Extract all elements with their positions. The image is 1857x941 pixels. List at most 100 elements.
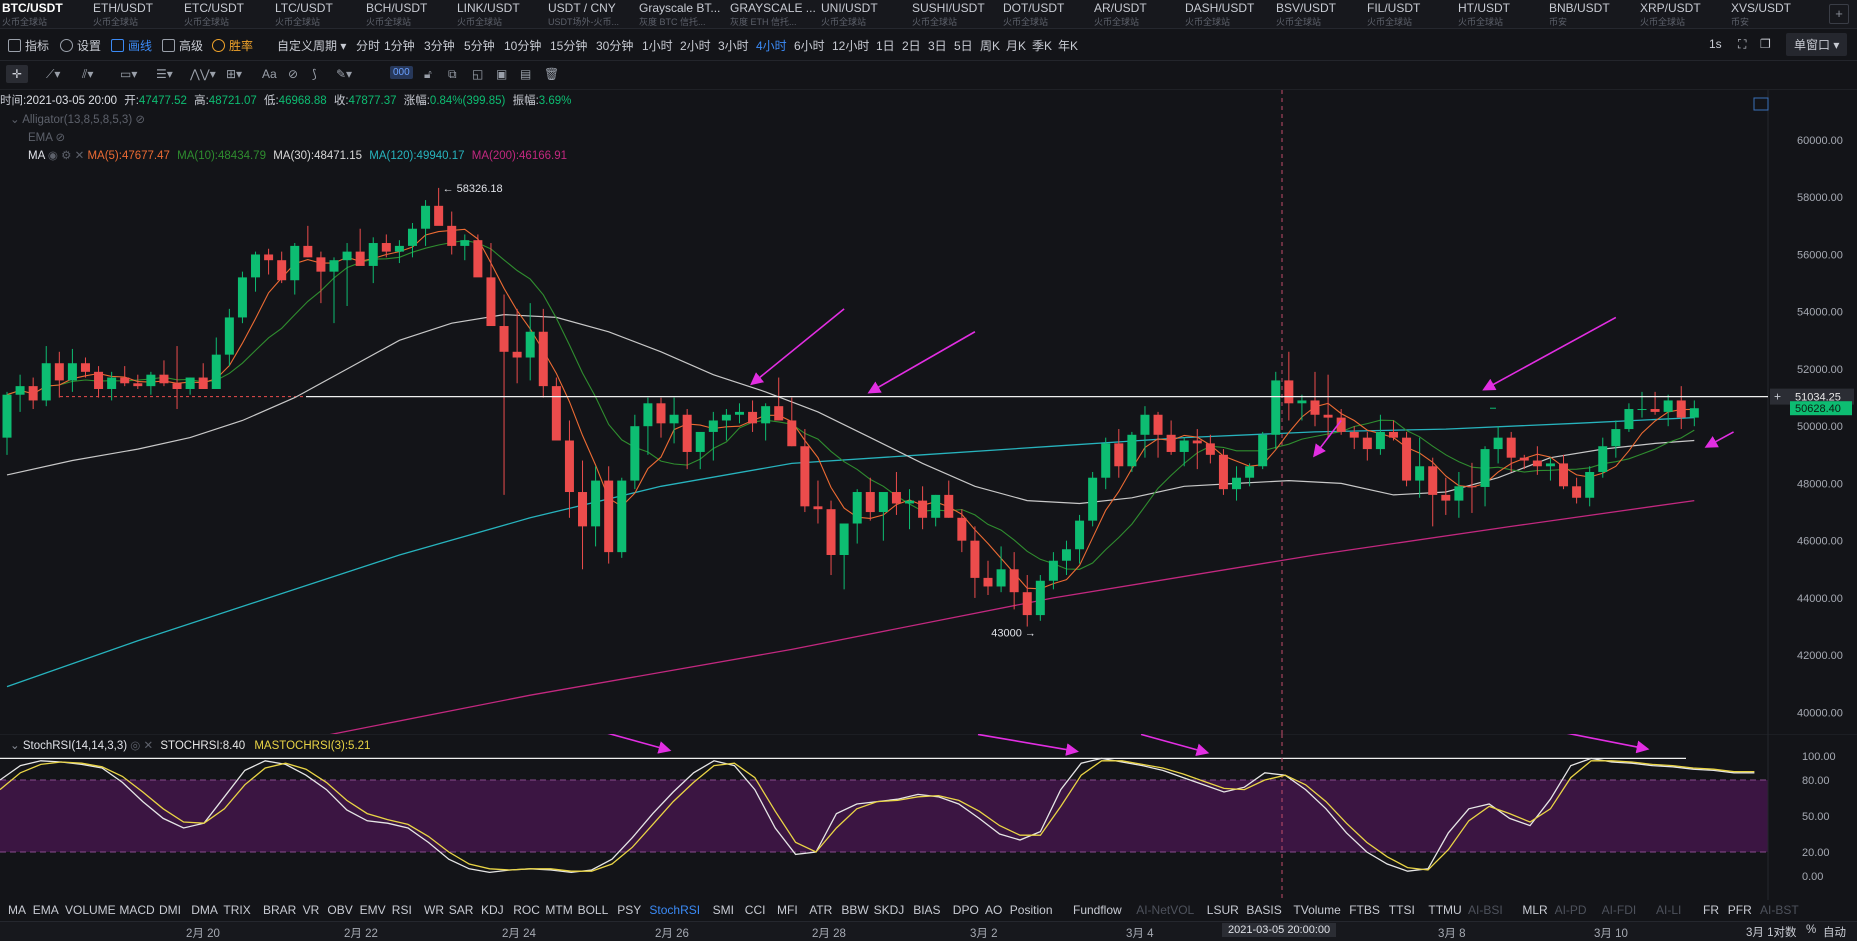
indicator-position[interactable]: Position <box>1010 903 1053 917</box>
indicator-ao[interactable]: AO <box>985 903 1002 917</box>
indicator-ai-bsi[interactable]: AI-BSI <box>1468 903 1503 917</box>
period-12小时[interactable]: 12小时 <box>832 37 869 54</box>
indicator-skdj[interactable]: SKDJ <box>874 903 905 917</box>
close-icon[interactable]: ✕ <box>75 150 85 162</box>
percent-scale-toggle[interactable]: % <box>1806 924 1816 936</box>
period-分时[interactable]: 分时 <box>356 37 380 54</box>
indicator-brar[interactable]: BRAR <box>263 903 296 917</box>
indicator-trix[interactable]: TRIX <box>223 903 250 917</box>
symbol-tab[interactable]: SUSHI/USDT 火币全球站 <box>910 0 1000 28</box>
period-月K[interactable]: 月K <box>1006 37 1026 54</box>
indicator-mfi[interactable]: MFI <box>777 903 798 917</box>
period-年K[interactable]: 年K <box>1058 37 1078 54</box>
indicator-bbw[interactable]: BBW <box>841 903 868 917</box>
period-周K[interactable]: 周K <box>980 37 1000 54</box>
candlestick-chart[interactable]: 60000.00 58000.00 56000.00 54000.00 52000.00… <box>0 90 1857 734</box>
indicator-atr[interactable]: ATR <box>809 903 832 917</box>
symbol-tab[interactable]: BTC/USDT 火币全球站 <box>0 0 90 28</box>
symbol-tab[interactable]: GRAYSCALE ... 灰度 ETH 信托... <box>728 0 818 28</box>
symbol-tab[interactable]: BCH/USDT 火币全球站 <box>364 0 454 28</box>
indicator-ftbs[interactable]: FTBS <box>1349 903 1380 917</box>
hidden-eye-icon[interactable]: ⊘ <box>135 114 145 126</box>
hidden-eye-icon[interactable]: ⊘ <box>56 132 66 144</box>
ma-legend[interactable]: MA ◉ ⚙ ✕ MA(5):47677.47 MA(10):48434.79 … <box>10 148 567 166</box>
indicator-cci[interactable]: CCI <box>745 903 766 917</box>
indicator-ai-netvol[interactable]: AI-NetVOL <box>1136 903 1194 917</box>
indicator-sar[interactable]: SAR <box>449 903 474 917</box>
indicator-mtm[interactable]: MTM <box>545 903 572 917</box>
delete-icon[interactable]: 🗑︎ <box>544 67 559 81</box>
auto-scale-toggle[interactable]: 自动 <box>1823 924 1846 940</box>
eye-icon[interactable]: ◱ <box>472 67 483 81</box>
period-5日[interactable]: 5日 <box>954 37 973 54</box>
period-1小时[interactable]: 1小时 <box>642 37 673 54</box>
indicator-basis[interactable]: BASIS <box>1246 903 1281 917</box>
symbol-tab[interactable]: XRP/USDT 火币全球站 <box>1638 0 1728 28</box>
stochrsi-subchart[interactable]: 100.00 80.00 50.00 20.00 0.00 <box>0 734 1857 900</box>
indicator-button[interactable]: 指标 <box>8 37 49 54</box>
indicator-smi[interactable]: SMI <box>713 903 734 917</box>
symbol-tab[interactable]: DASH/USDT 火币全球站 <box>1183 0 1273 28</box>
lock-icon[interactable]: 🔓︎ <box>424 67 432 82</box>
indicator-ai-fdi[interactable]: AI-FDI <box>1602 903 1637 917</box>
indicator-fr[interactable]: FR <box>1703 903 1719 917</box>
symbol-tab[interactable]: XVS/USDT 币安 <box>1729 0 1819 28</box>
indicator-macd[interactable]: MACD <box>119 903 154 917</box>
symbol-tab[interactable]: UNI/USDT 火币全球站 <box>819 0 909 28</box>
period-2小时[interactable]: 2小时 <box>680 37 711 54</box>
magnet-mode-badge[interactable]: 000 <box>390 66 413 79</box>
log-scale-toggle[interactable]: 3月 1对数 <box>1746 924 1797 940</box>
alligator-legend[interactable]: ⌄ Alligator(13,8,5,8,5,3) ⊘ <box>10 112 567 130</box>
indicator-volume[interactable]: VOLUME <box>65 903 116 917</box>
settings-button[interactable]: 设置 <box>60 37 101 54</box>
symbol-tab[interactable]: LINK/USDT 火币全球站 <box>455 0 545 28</box>
indicator-emv[interactable]: EMV <box>360 903 386 917</box>
wave-icon[interactable]: ⋀⋁▾ <box>190 67 216 81</box>
period-1分钟[interactable]: 1分钟 <box>384 37 415 54</box>
add-tab-icon[interactable]: + <box>1829 4 1849 24</box>
indicator-ttsi[interactable]: TTSI <box>1389 903 1415 917</box>
indicator-rsi[interactable]: RSI <box>392 903 412 917</box>
indicator-stochrsi[interactable]: StochRSI <box>649 903 700 917</box>
period-3小时[interactable]: 3小时 <box>718 37 749 54</box>
popout-icon[interactable]: ❐ <box>1760 37 1771 51</box>
indicator-roc[interactable]: ROC <box>513 903 540 917</box>
winrate-button[interactable]: 胜率 <box>212 37 253 54</box>
settings-icon[interactable]: ◎ <box>130 740 140 752</box>
pattern-icon[interactable]: ⊞▾ <box>226 67 242 81</box>
symbol-tab[interactable]: Grayscale BT... 灰度 BTC 信托... <box>637 0 727 28</box>
clone-icon[interactable]: ⧉ <box>448 67 457 82</box>
symbol-tab[interactable]: BSV/USDT 火币全球站 <box>1274 0 1364 28</box>
symbol-tab[interactable]: BNB/USDT 币安 <box>1547 0 1637 28</box>
period-3分钟[interactable]: 3分钟 <box>424 37 455 54</box>
ema-legend[interactable]: EMA ⊘ <box>10 130 567 148</box>
eye-icon[interactable]: ◉ <box>48 150 58 162</box>
text-icon[interactable]: Aa <box>262 67 277 81</box>
indicator-psy[interactable]: PSY <box>617 903 641 917</box>
period-30分钟[interactable]: 30分钟 <box>596 37 633 54</box>
indicator-lsur[interactable]: LSUR <box>1207 903 1239 917</box>
symbol-tab[interactable]: LTC/USDT 火币全球站 <box>273 0 363 28</box>
period-4小时[interactable]: 4小时 <box>756 37 787 54</box>
indicator-wr[interactable]: WR <box>424 903 444 917</box>
window-select[interactable]: 单窗口 ▾ <box>1786 33 1848 56</box>
indicator-kdj[interactable]: KDJ <box>481 903 504 917</box>
period-6小时[interactable]: 6小时 <box>794 37 825 54</box>
channel-icon[interactable]: ⊘ <box>288 67 298 81</box>
indicator-pfr[interactable]: PFR <box>1728 903 1752 917</box>
symbol-tab[interactable]: DOT/USDT 火币全球站 <box>1001 0 1091 28</box>
symbol-tab[interactable]: HT/USDT 火币全球站 <box>1456 0 1546 28</box>
screenshot-icon[interactable]: ▣ <box>496 67 507 81</box>
draw-line-button[interactable]: 画线 <box>111 37 152 54</box>
advanced-button[interactable]: 高级 <box>162 37 203 54</box>
ruler-icon[interactable]: ▤ <box>520 67 531 81</box>
symbol-tab[interactable]: AR/USDT 火币全球站 <box>1092 0 1182 28</box>
period-10分钟[interactable]: 10分钟 <box>504 37 541 54</box>
pencil-icon[interactable]: ✎▾ <box>336 67 352 81</box>
fullscreen-icon[interactable]: ⛶ <box>1738 37 1746 52</box>
symbol-tab[interactable]: FIL/USDT 火币全球站 <box>1365 0 1455 28</box>
interval-label[interactable]: 1s <box>1709 37 1722 51</box>
indicator-ai-pd[interactable]: AI-PD <box>1555 903 1587 917</box>
indicator-ema[interactable]: EMA <box>33 903 59 917</box>
indicator-boll[interactable]: BOLL <box>578 903 609 917</box>
